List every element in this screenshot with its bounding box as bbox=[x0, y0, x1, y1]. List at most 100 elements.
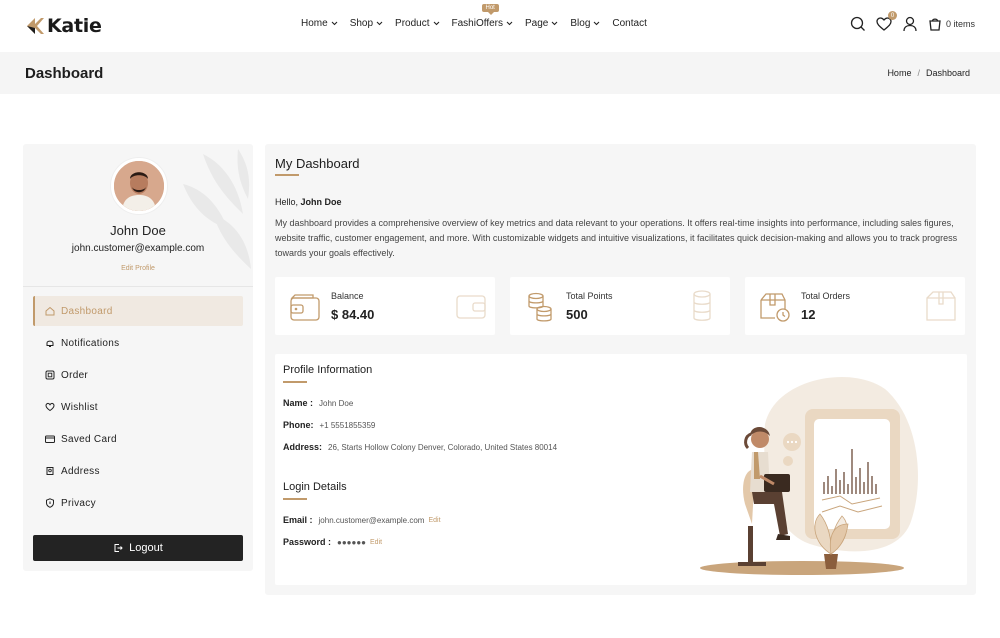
chevron-down-icon bbox=[506, 21, 513, 26]
name-value: John Doe bbox=[319, 398, 354, 408]
chevron-down-icon bbox=[594, 21, 600, 26]
section-underline bbox=[283, 381, 307, 383]
sidebar-item-label: Order bbox=[61, 369, 89, 381]
stat-value: $ 84.40 bbox=[331, 307, 375, 322]
sidebar-item-label: Saved Card bbox=[61, 433, 117, 445]
search-icon[interactable] bbox=[849, 15, 867, 33]
greeting-name: John Doe bbox=[300, 197, 342, 207]
breadcrumb-current: Dashboard bbox=[925, 68, 970, 78]
nav-home[interactable]: Home bbox=[301, 18, 338, 29]
address-label: Address: bbox=[283, 442, 323, 452]
chevron-down-icon bbox=[331, 21, 338, 26]
name-row: Name : John Doe bbox=[283, 398, 353, 408]
title-underline bbox=[275, 174, 299, 176]
main-nav: Home Shop Product Hot FashiOffers Page B… bbox=[301, 4, 659, 29]
coins-icon bbox=[528, 292, 552, 322]
address-value: 26, Starts Hollow Colony Denver, Colorad… bbox=[328, 442, 558, 452]
order-icon bbox=[45, 370, 55, 380]
cart-icon bbox=[929, 18, 941, 31]
logout-button[interactable]: Logout bbox=[33, 535, 243, 561]
nav-blog[interactable]: Blog bbox=[570, 18, 600, 29]
section-underline bbox=[283, 498, 307, 500]
nav-page[interactable]: Page bbox=[525, 18, 558, 29]
stat-value: 12 bbox=[801, 307, 816, 322]
sidebar-item-wishlist[interactable]: Wishlist bbox=[33, 392, 243, 422]
hot-badge: Hot bbox=[481, 4, 499, 15]
home-icon bbox=[45, 306, 55, 316]
login-details-title: Login Details bbox=[283, 481, 347, 493]
dashboard-panel: My Dashboard Hello, John Doe My dashboar… bbox=[265, 144, 976, 595]
nav-label: FashiOffers bbox=[451, 18, 504, 29]
email-row: Email : john.customer@example.com Edit bbox=[283, 515, 441, 525]
wallet-icon bbox=[290, 294, 320, 321]
user-icon[interactable] bbox=[901, 15, 919, 33]
breadcrumb: Home / Dashboard bbox=[887, 68, 970, 78]
logout-label: Logout bbox=[129, 542, 163, 554]
cart-text: 0 items bbox=[945, 19, 975, 29]
avatar-portrait bbox=[114, 161, 164, 211]
avatar bbox=[111, 158, 167, 214]
sidebar-item-privacy[interactable]: Privacy bbox=[33, 488, 243, 518]
cart-button[interactable]: 0 items bbox=[927, 16, 975, 32]
profile-card: John Doe john.customer@example.com Edit … bbox=[23, 144, 253, 287]
stat-card-balance: Balance $ 84.40 bbox=[275, 277, 495, 335]
edit-profile-link[interactable]: Edit Profile bbox=[23, 265, 253, 272]
greeting: Hello, John Doe bbox=[275, 197, 342, 207]
greeting-prefix: Hello, bbox=[275, 197, 299, 207]
box-clock-icon bbox=[760, 293, 790, 322]
chevron-down-icon bbox=[376, 21, 383, 26]
nav-product[interactable]: Product bbox=[395, 18, 439, 29]
nav-shop[interactable]: Shop bbox=[350, 18, 383, 29]
sidebar-item-notifications[interactable]: Notifications bbox=[33, 328, 243, 358]
logo-mark-icon bbox=[27, 18, 44, 34]
name-label: Name : bbox=[283, 398, 314, 408]
page-title: Dashboard bbox=[25, 65, 104, 82]
bell-icon bbox=[46, 340, 54, 347]
card-icon bbox=[45, 435, 55, 443]
wishlist-button[interactable]: 0 bbox=[875, 11, 897, 33]
sidebar-menu: Dashboard Notifications Order Wishlist S… bbox=[33, 296, 243, 520]
sidebar-item-address[interactable]: Address bbox=[33, 456, 243, 486]
stat-value: 500 bbox=[566, 307, 588, 322]
box-bg-icon bbox=[926, 291, 956, 321]
address-icon bbox=[46, 467, 54, 475]
sidebar-item-label: Notifications bbox=[61, 337, 120, 349]
breadcrumb-home[interactable]: Home bbox=[887, 68, 911, 78]
email-label: Email : bbox=[283, 515, 313, 525]
stat-label: Balance bbox=[331, 291, 364, 301]
nav-label: Blog bbox=[570, 18, 591, 29]
page-banner: Dashboard Home / Dashboard bbox=[0, 52, 1000, 94]
password-row: Password : ●●●●●● Edit bbox=[283, 537, 382, 547]
address-row: Address: 26, Starts Hollow Colony Denver… bbox=[283, 442, 557, 452]
nav-label: Home bbox=[301, 18, 328, 29]
chevron-down-icon bbox=[433, 21, 439, 26]
logout-icon bbox=[114, 544, 123, 552]
phone-row: Phone: +1 5551855359 bbox=[283, 420, 375, 430]
sidebar-item-saved-card[interactable]: Saved Card bbox=[33, 424, 243, 454]
nav-fashioffers[interactable]: Hot FashiOffers bbox=[451, 4, 514, 29]
stat-card-points: Total Points 500 bbox=[510, 277, 730, 335]
profile-info-panel: Profile Information Name : John Doe Phon… bbox=[275, 354, 967, 585]
sidebar-item-order[interactable]: Order bbox=[33, 360, 243, 390]
password-value: ●●●●●● bbox=[337, 537, 367, 547]
sidebar-item-dashboard[interactable]: Dashboard bbox=[33, 296, 243, 326]
wishlist-count-badge: 0 bbox=[887, 11, 897, 20]
account-sidebar: John Doe john.customer@example.com Edit … bbox=[23, 144, 253, 571]
phone-label: Phone: bbox=[283, 420, 314, 430]
site-header: Katie Home Shop Product Hot FashiOffers … bbox=[0, 0, 1000, 52]
email-value: john.customer@example.com bbox=[318, 515, 425, 525]
email-edit-link[interactable]: Edit bbox=[428, 517, 440, 524]
header-icons: 0 0 items bbox=[841, 11, 975, 33]
nav-label: Product bbox=[395, 18, 430, 29]
wallet-bg-icon bbox=[456, 295, 486, 319]
password-edit-link[interactable]: Edit bbox=[370, 539, 382, 546]
password-label: Password : bbox=[283, 537, 332, 547]
breadcrumb-separator: / bbox=[917, 68, 920, 78]
logo-text: Katie bbox=[47, 15, 102, 37]
phone-value: +1 5551855359 bbox=[319, 420, 376, 430]
nav-label: Contact bbox=[612, 18, 647, 29]
dashboard-title: My Dashboard bbox=[275, 156, 360, 171]
nav-contact[interactable]: Contact bbox=[612, 18, 646, 29]
logo[interactable]: Katie bbox=[25, 13, 102, 39]
nav-label: Page bbox=[525, 18, 549, 29]
